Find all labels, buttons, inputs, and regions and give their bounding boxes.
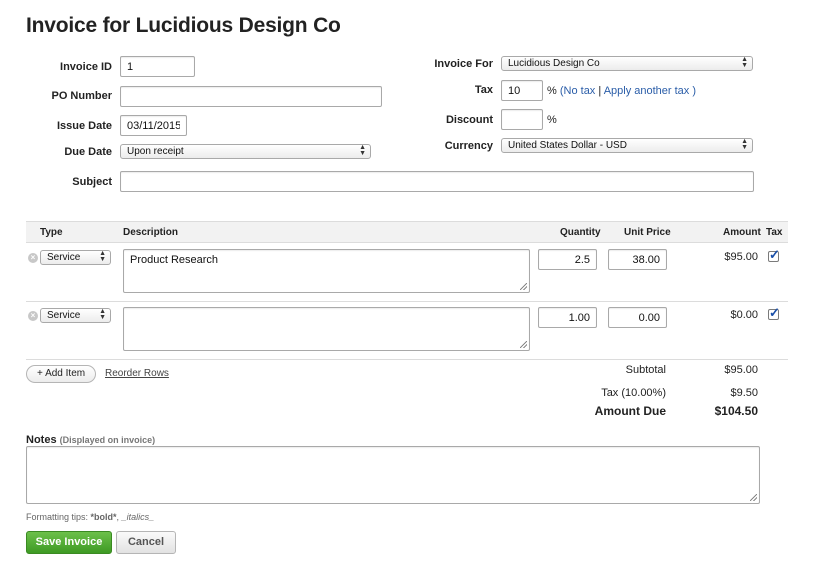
row-type-select[interactable]: Service ▲ ▼ bbox=[40, 250, 111, 265]
formatting-tips-separator: , bbox=[116, 512, 120, 522]
po-number-label: PO Number bbox=[51, 90, 112, 102]
resize-grip-icon[interactable] bbox=[520, 283, 527, 290]
subtotal-value: $95.00 bbox=[724, 364, 758, 376]
select-arrows-icon: ▲ ▼ bbox=[99, 250, 106, 263]
issue-date-input[interactable] bbox=[120, 115, 187, 136]
due-date-select[interactable]: Upon receipt ▲ ▼ bbox=[120, 144, 371, 159]
add-item-button[interactable]: + Add Item bbox=[26, 365, 97, 383]
row-description-input[interactable]: Product Research bbox=[123, 249, 530, 293]
subject-label: Subject bbox=[72, 176, 112, 188]
tax-percent-sign: % bbox=[547, 85, 557, 97]
notes-label: Notes bbox=[26, 434, 57, 446]
header-amount: Amount bbox=[723, 227, 761, 238]
discount-label: Discount bbox=[445, 114, 493, 126]
subject-input[interactable] bbox=[120, 171, 754, 192]
formatting-tips-bold: *bold* bbox=[90, 512, 117, 522]
apply-another-tax-link[interactable]: Apply another tax bbox=[604, 85, 690, 97]
row-amount: $95.00 bbox=[724, 251, 758, 263]
row-quantity-input[interactable] bbox=[538, 249, 597, 270]
select-arrows-icon: ▲ ▼ bbox=[99, 308, 106, 321]
header-type: Type bbox=[40, 227, 63, 238]
currency-select[interactable]: United States Dollar - USD ▲ ▼ bbox=[501, 138, 753, 153]
row-type-select[interactable]: Service ▲ ▼ bbox=[40, 308, 111, 323]
select-arrows-icon: ▲ ▼ bbox=[359, 144, 366, 157]
row-quantity-input[interactable] bbox=[538, 307, 597, 328]
remove-row-icon[interactable]: × bbox=[28, 253, 38, 263]
header-tax: Tax bbox=[766, 227, 783, 238]
row-tax-checkbox[interactable]: ✓ bbox=[768, 305, 780, 320]
currency-value: United States Dollar - USD bbox=[508, 140, 627, 151]
row-type-value: Service bbox=[47, 310, 81, 321]
invoice-for-label: Invoice For bbox=[434, 58, 493, 70]
currency-label: Currency bbox=[444, 140, 493, 152]
cancel-button[interactable]: Cancel bbox=[116, 531, 176, 554]
row-description-value: Product Research bbox=[130, 254, 219, 266]
line-items-header: Type Description Quantity Unit Price Amo… bbox=[26, 221, 788, 243]
reorder-rows-link[interactable]: Reorder Rows bbox=[105, 368, 169, 379]
tax-input[interactable] bbox=[501, 80, 543, 101]
row-type-value: Service bbox=[47, 252, 81, 263]
remove-row-icon[interactable]: × bbox=[28, 311, 38, 321]
notes-input[interactable] bbox=[26, 446, 760, 504]
tax-label: Tax bbox=[474, 84, 493, 96]
row-description-input[interactable] bbox=[123, 307, 530, 351]
formatting-tips-prefix: Formatting tips: bbox=[26, 512, 89, 522]
invoice-for-select[interactable]: Lucidious Design Co ▲ ▼ bbox=[501, 56, 753, 71]
no-tax-link[interactable]: No tax bbox=[564, 85, 596, 97]
page-title: Invoice for Lucidious Design Co bbox=[26, 14, 341, 37]
amount-due-label: Amount Due bbox=[594, 404, 666, 418]
amount-due-value: $104.50 bbox=[714, 404, 758, 418]
resize-grip-icon[interactable] bbox=[750, 494, 757, 501]
checkmark-icon: ✓ bbox=[769, 247, 780, 262]
tax-total-label: Tax (10.00%) bbox=[601, 387, 666, 399]
row-divider bbox=[26, 359, 788, 360]
discount-percent-sign: % bbox=[547, 114, 557, 126]
header-quantity: Quantity bbox=[560, 227, 601, 238]
po-number-input[interactable] bbox=[120, 86, 382, 107]
invoice-id-input[interactable] bbox=[120, 56, 195, 77]
subtotal-label: Subtotal bbox=[625, 364, 666, 376]
select-arrows-icon: ▲ ▼ bbox=[741, 56, 748, 69]
tax-links: % (No tax | Apply another tax ) bbox=[547, 85, 696, 97]
row-unit-price-input[interactable] bbox=[608, 249, 667, 270]
row-amount: $0.00 bbox=[730, 309, 758, 321]
header-description: Description bbox=[123, 227, 179, 238]
save-invoice-button[interactable]: Save Invoice bbox=[26, 531, 112, 554]
row-tax-checkbox[interactable]: ✓ bbox=[768, 247, 780, 262]
header-unit-price: Unit Price bbox=[624, 227, 671, 238]
formatting-tips: Formatting tips: *bold*, _italics_ bbox=[26, 512, 154, 522]
issue-date-label: Issue Date bbox=[56, 120, 112, 132]
due-date-label: Due Date bbox=[64, 146, 112, 158]
checkmark-icon: ✓ bbox=[769, 305, 780, 320]
row-unit-price-input[interactable] bbox=[608, 307, 667, 328]
tax-close-paren: ) bbox=[692, 85, 697, 97]
tax-separator: | bbox=[598, 85, 602, 97]
formatting-tips-italics: _italics_ bbox=[121, 512, 155, 522]
invoice-id-label: Invoice ID bbox=[60, 61, 112, 73]
invoice-for-value: Lucidious Design Co bbox=[508, 58, 600, 69]
notes-label-group: Notes (Displayed on invoice) bbox=[26, 434, 155, 446]
tax-total-value: $9.50 bbox=[730, 387, 758, 399]
select-arrows-icon: ▲ ▼ bbox=[741, 138, 748, 151]
row-divider bbox=[26, 301, 788, 302]
resize-grip-icon[interactable] bbox=[520, 341, 527, 348]
notes-hint: (Displayed on invoice) bbox=[59, 435, 156, 445]
discount-input[interactable] bbox=[501, 109, 543, 130]
due-date-value: Upon receipt bbox=[127, 146, 184, 157]
